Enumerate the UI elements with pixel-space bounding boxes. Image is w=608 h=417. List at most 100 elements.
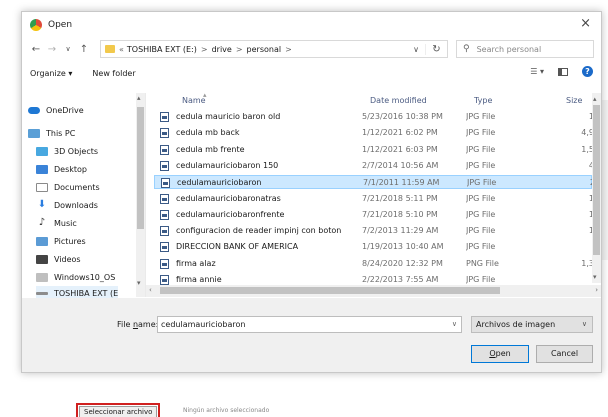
date-modified-cell: 7/21/2018 5:11 PM — [362, 193, 438, 203]
breadcrumb-overflow[interactable]: « — [119, 45, 124, 54]
sidebar-item-label: TOSHIBA EXT (E — [54, 288, 119, 298]
sidebar-item-label: This PC — [46, 128, 76, 138]
sidebar-item-3d-objects[interactable]: 3D Objects — [36, 144, 98, 158]
scroll-up-icon[interactable]: ▴ — [137, 94, 141, 102]
file-name-input[interactable]: cedulamauriciobaron ∨ — [157, 316, 462, 333]
breadcrumb-drive[interactable]: TOSHIBA EXT (E:) — [127, 45, 197, 54]
table-row[interactable]: cedulamauriciobaronfrente 7/21/2018 5:10 … — [154, 208, 594, 222]
scroll-thumb[interactable] — [137, 107, 144, 229]
sidebar-item-desktop[interactable]: Desktop — [36, 162, 87, 176]
scroll-thumb[interactable] — [160, 287, 500, 294]
sidebar-item-videos[interactable]: Videos — [36, 252, 81, 266]
date-modified-cell: 1/19/2013 10:40 AM — [362, 242, 444, 252]
sidebar-item-music[interactable]: ♪ Music — [36, 216, 77, 230]
address-dropdown-icon[interactable]: ∨ — [407, 45, 425, 54]
recent-locations-chevron-icon[interactable]: ∨ — [60, 45, 76, 53]
file-name-cell: cedula mauricio baron old — [176, 112, 281, 121]
file-name-cell: firma annie — [176, 275, 222, 284]
file-type-select[interactable]: Archivos de imagen ∨ — [471, 316, 593, 333]
computer-icon — [28, 128, 40, 138]
scroll-down-icon[interactable]: ▾ — [593, 273, 597, 281]
file-name-cell: configuracion de reader impinj con boton — [176, 226, 342, 236]
sidebar-item-this-pc[interactable]: This PC — [28, 126, 75, 140]
search-input[interactable]: ⚲ Search personal — [456, 40, 594, 58]
file-name-cell: cedulamauriciobaronfrente — [176, 209, 285, 219]
pictures-icon — [36, 236, 48, 246]
file-name-cell: cedulamauriciobaronatras — [176, 193, 281, 203]
view-options-icon[interactable]: ☰ ▾ — [530, 67, 544, 76]
file-type-cell: JPG File — [466, 226, 496, 236]
date-modified-cell: 2/22/2013 7:55 AM — [362, 275, 439, 284]
sidebar-item-pictures[interactable]: Pictures — [36, 234, 86, 248]
file-size-cell: 1,3 — [581, 258, 594, 268]
table-row[interactable]: cedula mb back 1/12/2021 6:02 PM JPG File 4… — [154, 126, 594, 140]
disk-icon — [36, 272, 48, 282]
sidebar-item-downloads[interactable]: ⬇ Downloads — [36, 198, 98, 212]
breadcrumb-personal[interactable]: personal — [247, 45, 282, 54]
file-name-cell: cedulamauriciobaron — [177, 178, 262, 188]
new-folder-button[interactable]: New folder — [92, 69, 135, 78]
scroll-thumb[interactable] — [593, 105, 600, 255]
breadcrumb-separator-icon[interactable]: > — [285, 45, 292, 54]
breadcrumb-separator-icon[interactable]: > — [236, 45, 243, 54]
close-icon[interactable]: × — [580, 17, 591, 31]
column-header-size[interactable]: Size — [566, 96, 582, 105]
file-type-cell: JPG File — [467, 178, 497, 188]
table-row[interactable]: cedulamauriciobaron 7/1/2011 11:59 AM JPG … — [154, 175, 595, 190]
file-list-vertical-scrollbar[interactable]: ▴ ▾ — [592, 93, 601, 283]
scroll-left-icon[interactable]: ‹ — [149, 286, 152, 294]
preview-pane-icon[interactable] — [558, 67, 568, 76]
date-modified-cell: 1/12/2021 6:02 PM — [362, 128, 438, 138]
address-controls: ∨ ↻ — [407, 41, 447, 57]
table-row[interactable]: firma alaz 8/24/2020 12:32 PM PNG File 1,3 — [154, 257, 594, 271]
up-arrow-icon[interactable]: ↑ — [76, 44, 92, 55]
video-icon — [36, 254, 48, 264]
navigation-scrollbar[interactable]: ▴ ▾ — [136, 93, 145, 297]
address-row: ← → ∨ ↑ « TOSHIBA EXT (E:) > drive > per… — [22, 38, 601, 60]
column-header-date[interactable]: Date modified — [370, 96, 427, 105]
image-file-icon — [160, 242, 169, 253]
scroll-right-icon[interactable]: › — [595, 286, 598, 294]
image-file-icon — [160, 275, 169, 285]
organize-button[interactable]: Organize ▾ — [30, 69, 72, 78]
dialog-footer: File name: cedulamauriciobaron ∨ Archivo… — [22, 298, 601, 372]
sidebar-item-windows10-os[interactable]: Windows10_OS — [36, 270, 115, 284]
file-type-cell: JPG File — [466, 128, 496, 138]
folder-icon — [105, 45, 115, 53]
forward-arrow-icon[interactable]: → — [44, 44, 60, 55]
sidebar-item-onedrive[interactable]: OneDrive — [28, 103, 84, 117]
table-row[interactable]: configuracion de reader impinj con boton… — [154, 224, 594, 238]
navigation-pane: OneDrive This PC 3D Objects Desktop Docu… — [22, 93, 146, 300]
sidebar-item-label: Windows10_OS — [54, 272, 116, 282]
cancel-button[interactable]: Cancel — [536, 345, 593, 363]
open-button[interactable]: Open — [471, 345, 529, 363]
refresh-icon[interactable]: ↻ — [425, 43, 447, 55]
file-type-cell: JPG File — [466, 193, 496, 203]
table-row[interactable]: cedulamauriciobaronatras 7/21/2018 5:11 P… — [154, 192, 594, 206]
column-header-type[interactable]: Type — [474, 96, 492, 105]
scroll-down-icon[interactable]: ▾ — [137, 279, 141, 287]
file-name-cell: cedulamauriciobaron 150 — [176, 160, 279, 170]
address-bar[interactable]: « TOSHIBA EXT (E:) > drive > personal > … — [100, 40, 448, 58]
help-icon[interactable]: ? — [582, 66, 593, 77]
breadcrumb-drive-folder[interactable]: drive — [212, 45, 232, 54]
sidebar-item-label: Videos — [54, 254, 81, 264]
file-name-label: File name: — [117, 320, 158, 329]
file-list-horizontal-scrollbar[interactable]: ‹ › — [146, 285, 601, 297]
file-type-cell: JPG File — [466, 242, 496, 252]
sidebar-item-documents[interactable]: Documents — [36, 180, 100, 194]
table-row[interactable]: cedula mauricio baron old 5/23/2016 10:38… — [154, 110, 594, 124]
file-type-cell: JPG File — [466, 160, 496, 170]
breadcrumb-separator-icon[interactable]: > — [201, 45, 208, 54]
image-file-icon — [160, 193, 169, 204]
chevron-down-icon[interactable]: ∨ — [452, 317, 457, 332]
back-arrow-icon[interactable]: ← — [28, 44, 44, 55]
choose-file-button[interactable]: Seleccionar archivo — [79, 406, 158, 417]
dialog-body: OneDrive This PC 3D Objects Desktop Docu… — [22, 93, 601, 300]
table-row[interactable]: cedula mb frente 1/12/2021 6:03 PM JPG Fil… — [154, 143, 594, 157]
chevron-down-icon: ∨ — [581, 320, 587, 328]
table-row[interactable]: cedulamauriciobaron 150 2/7/2014 10:56 AM… — [154, 159, 594, 173]
scroll-up-icon[interactable]: ▴ — [593, 95, 597, 103]
table-row[interactable]: DIRECCION BANK OF AMERICA 1/19/2013 10:40… — [154, 240, 592, 254]
file-name-cell: firma alaz — [176, 258, 216, 268]
